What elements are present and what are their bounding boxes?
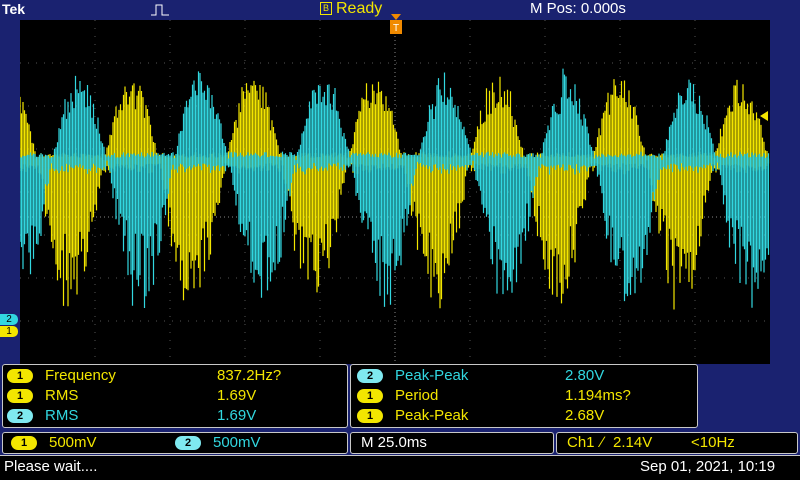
measurement-label: RMS <box>45 387 79 404</box>
trigger-position-marker: T <box>390 14 402 34</box>
measurement-row: 2 RMS 1.69V <box>3 406 347 426</box>
trigger-slope-icon: ∕ <box>601 434 604 451</box>
measurement-label: RMS <box>45 407 79 424</box>
measurement-value: 837.2Hz? <box>217 367 282 384</box>
measurement-label: Frequency <box>45 367 116 384</box>
vertical-scale-box[interactable]: 1 500mV 2 500mV <box>2 432 348 454</box>
measurement-label: Peak-Peak <box>395 367 469 384</box>
status-message: Please wait.... <box>4 458 98 475</box>
measurements-panel-right[interactable]: 2 Peak-Peak 2.80V 1 Period 1.194ms? 1 Pe… <box>350 364 698 428</box>
waveform-display[interactable]: T <box>20 14 770 364</box>
ch1-chip: 1 <box>357 409 383 423</box>
brand-logo: Tek <box>2 1 26 17</box>
trigger-level-marker[interactable] <box>760 111 768 121</box>
measurement-row: 1 Peak-Peak 2.68V <box>351 406 697 426</box>
measurement-row: 1 Period 1.194ms? <box>351 386 697 406</box>
trigger-box[interactable]: Ch1 ∕ 2.14V <10Hz <box>556 432 798 454</box>
ch2-chip: 2 <box>7 409 33 423</box>
trigger-type-icon <box>151 4 169 16</box>
ch2-chip: 2 <box>357 369 383 383</box>
measurement-row: 1 RMS 1.69V <box>3 386 347 406</box>
trigger-level: 2.14V <box>613 434 653 451</box>
measurements-panel-left[interactable]: 1 Frequency 837.2Hz? 1 RMS 1.69V 2 RMS 1… <box>2 364 348 428</box>
measurement-value: 1.69V <box>217 387 257 404</box>
ch1-chip: 1 <box>7 389 33 403</box>
measurement-row: 2 Peak-Peak 2.80V <box>351 366 697 386</box>
ch1-chip: 1 <box>7 369 33 383</box>
status-text: Ready <box>336 0 383 17</box>
ch1-scale: 500mV <box>49 434 97 451</box>
timebase-box[interactable]: M 25.0ms <box>350 432 554 454</box>
trigger-source: Ch1 <box>567 434 595 451</box>
horizontal-position: M Pos: 0.000s <box>530 0 626 17</box>
ch1-ground-marker[interactable]: 1 <box>0 326 18 337</box>
measurement-value: 2.68V <box>565 407 605 424</box>
ch2-chip: 2 <box>175 436 201 450</box>
ch2-ground-marker[interactable]: 2 <box>0 314 18 325</box>
ch1-chip: 1 <box>357 389 383 403</box>
svg-text:T: T <box>393 23 399 34</box>
measurement-row: 1 Frequency 837.2Hz? <box>3 366 347 386</box>
measurement-value: 1.194ms? <box>565 387 631 404</box>
timebase-value: M 25.0ms <box>361 434 427 451</box>
acquisition-status: B Ready <box>320 0 382 18</box>
trigger-frequency: <10Hz <box>691 434 735 451</box>
measurement-label: Peak-Peak <box>395 407 469 424</box>
date-time: Sep 01, 2021, 10:19 <box>640 458 776 475</box>
ch1-chip: 1 <box>11 436 37 450</box>
status-icon: B <box>320 2 332 15</box>
measurement-value: 2.80V <box>565 367 605 384</box>
measurement-label: Period <box>395 387 439 404</box>
waveform-canvas <box>20 20 770 364</box>
measurement-value: 1.69V <box>217 407 257 424</box>
status-bar: Please wait.... Sep 01, 2021, 10:19 <box>0 455 800 480</box>
ch2-scale: 500mV <box>213 434 261 451</box>
